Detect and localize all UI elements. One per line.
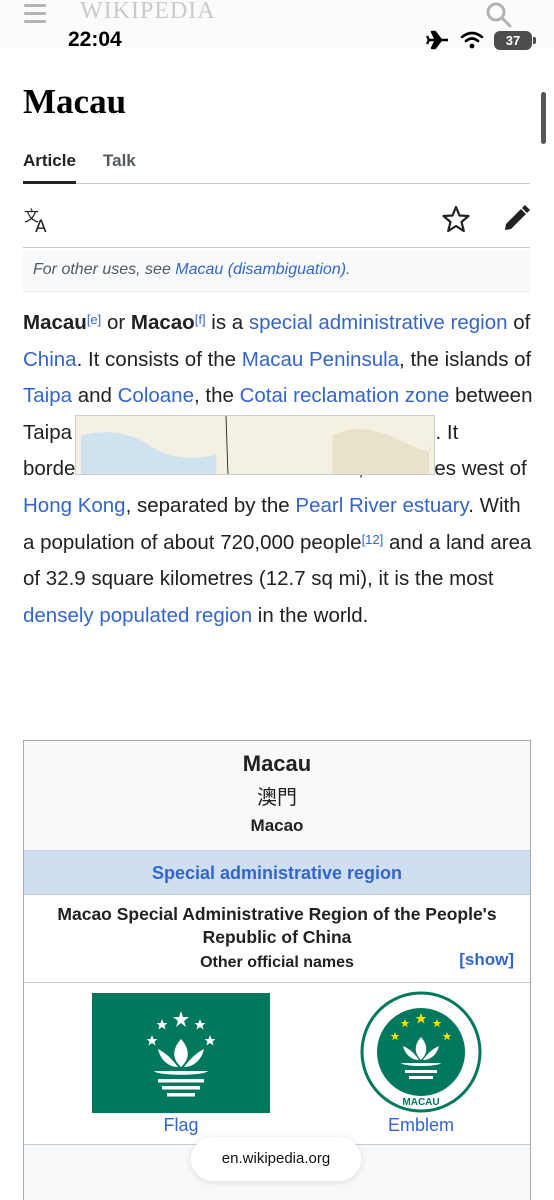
menu-icon[interactable] [24, 4, 46, 28]
emblem-caption-link[interactable]: Emblem [361, 1115, 481, 1136]
lead-text: . It consists of the [76, 347, 242, 371]
macau-flag-image[interactable] [92, 993, 270, 1113]
browser-url-bar[interactable]: en.wikipedia.org [191, 1137, 361, 1181]
edit-pencil-icon[interactable] [501, 204, 531, 234]
page-toolbar: 文 A [23, 198, 530, 248]
lead-text: is a [205, 311, 249, 334]
link-hong-kong[interactable]: Hong Kong [23, 494, 126, 517]
infobox-title: Macau 澳門 Macao [24, 741, 530, 851]
airplane-icon [426, 30, 448, 50]
infobox-symbols: Flag MACAU Emblem [24, 983, 530, 1145]
location-map-image[interactable] [75, 415, 435, 475]
status-time: 22:04 [68, 28, 122, 51]
link-sar-type[interactable]: Special administrative region [152, 863, 402, 883]
link-taipa[interactable]: Taipa [23, 384, 72, 407]
page-title: Macau [23, 82, 127, 121]
infobox-name: Macau [242, 751, 312, 776]
svg-text:A: A [35, 217, 47, 234]
note-link-e[interactable]: [e] [87, 312, 101, 327]
lead-text: , the [194, 384, 240, 408]
infobox-official-names: Macao Special Administrative Region of t… [24, 895, 530, 983]
wifi-icon [460, 31, 484, 49]
emblem-text: MACAU [402, 1097, 439, 1108]
status-bar: 22:04 37 [0, 28, 554, 54]
official-name: Macao Special Administrative Region of t… [57, 904, 497, 947]
tab-article[interactable]: Article [23, 151, 76, 184]
link-special-administrative-region[interactable]: special administrative region [249, 311, 508, 334]
link-cotai[interactable]: Cotai reclamation zone [240, 384, 450, 407]
lead-text: or [101, 311, 131, 334]
hatnote-prefix: For other uses, see [33, 261, 176, 278]
hatnote: For other uses, see Macau (disambiguatio… [23, 250, 530, 292]
scroll-indicator[interactable] [541, 92, 546, 144]
flag-caption-link[interactable]: Flag [92, 1115, 270, 1136]
bold-term-macau: Macau [23, 311, 87, 334]
lead-text: , the islands of [399, 347, 532, 371]
link-pearl-river-estuary[interactable]: Pearl River estuary [295, 494, 468, 517]
lead-text: of [507, 311, 531, 334]
infobox-type: Special administrative region [24, 851, 530, 895]
wikipedia-logo[interactable]: WIKIPEDIA [80, 0, 216, 25]
lead-text: and [72, 384, 118, 408]
show-toggle[interactable]: [show] [459, 950, 514, 970]
other-names-label: Other official names [200, 954, 354, 971]
tab-talk[interactable]: Talk [103, 151, 136, 171]
link-densely-populated-region[interactable]: densely populated region [23, 604, 252, 627]
infobox-native-name: 澳門 [257, 787, 297, 809]
link-macau-peninsula[interactable]: Macau Peninsula [242, 348, 399, 371]
note-link-f[interactable]: [f] [195, 312, 206, 327]
bold-term-macao: Macao [130, 311, 195, 334]
infobox-alt-name: Macao [250, 816, 304, 835]
hatnote-suffix: . [346, 261, 351, 278]
page-tabs: Article Talk [23, 148, 530, 184]
battery-indicator: 37 [494, 30, 536, 50]
watch-star-icon[interactable] [441, 204, 471, 234]
macau-emblem-image[interactable]: MACAU [360, 991, 482, 1113]
lead-text: in the world. [252, 603, 369, 627]
search-icon[interactable] [484, 0, 514, 30]
lead-text: , separated by the [125, 493, 296, 517]
note-link-12[interactable]: [12] [362, 532, 384, 547]
infobox: Macau 澳門 Macao Special administrative re… [23, 740, 531, 1200]
disambiguation-link[interactable]: Macau (disambiguation) [175, 261, 346, 278]
link-coloane[interactable]: Coloane [118, 384, 194, 407]
link-china[interactable]: China [23, 348, 77, 371]
language-icon[interactable]: 文 A [23, 204, 53, 234]
